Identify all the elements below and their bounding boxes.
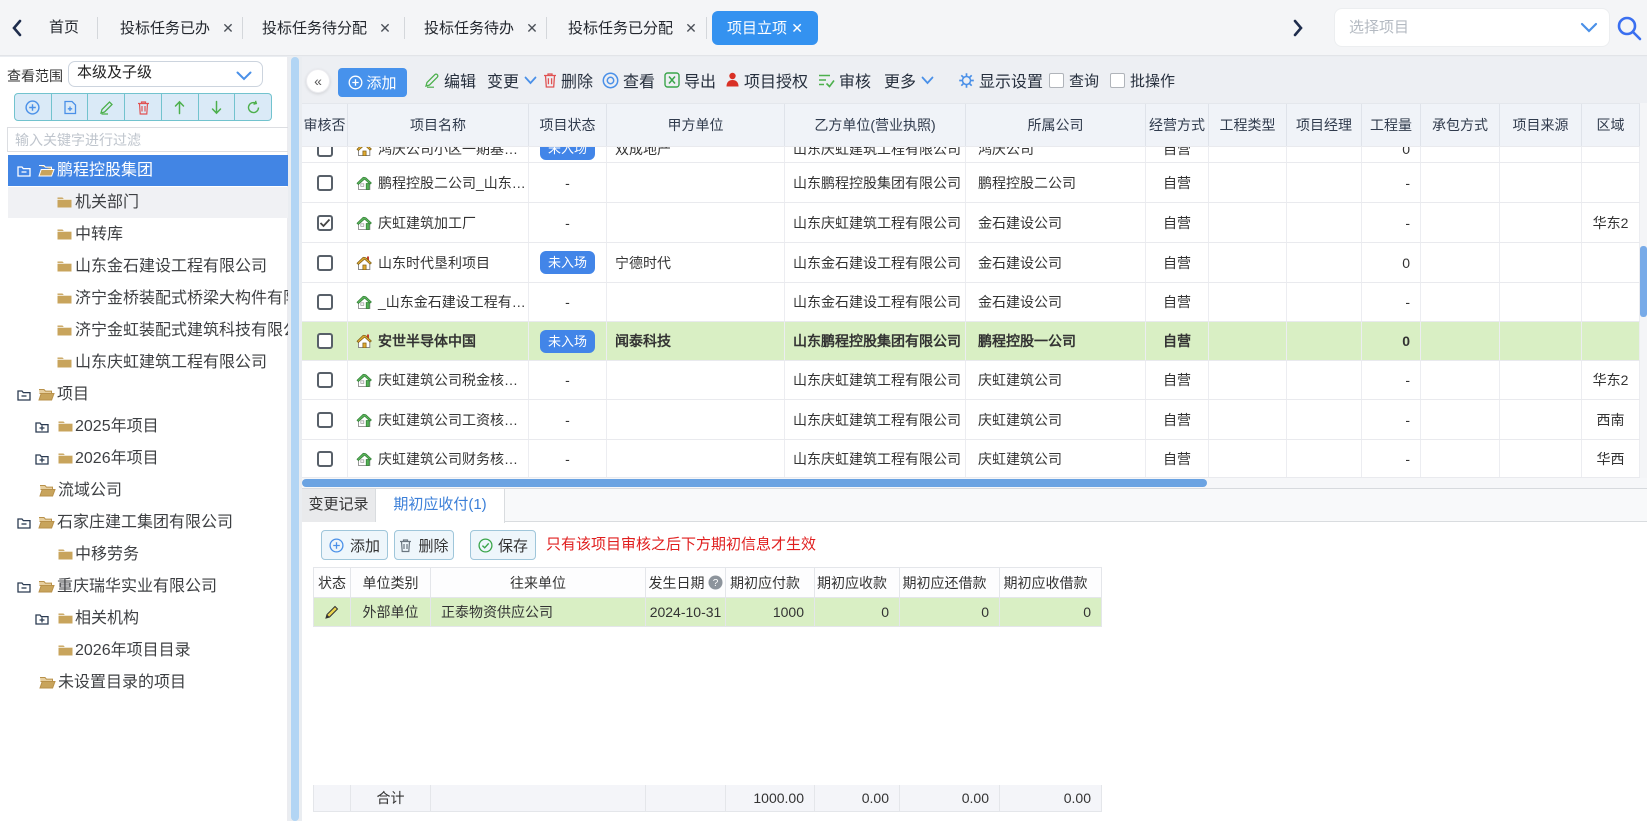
- svg-text:?: ?: [712, 578, 718, 589]
